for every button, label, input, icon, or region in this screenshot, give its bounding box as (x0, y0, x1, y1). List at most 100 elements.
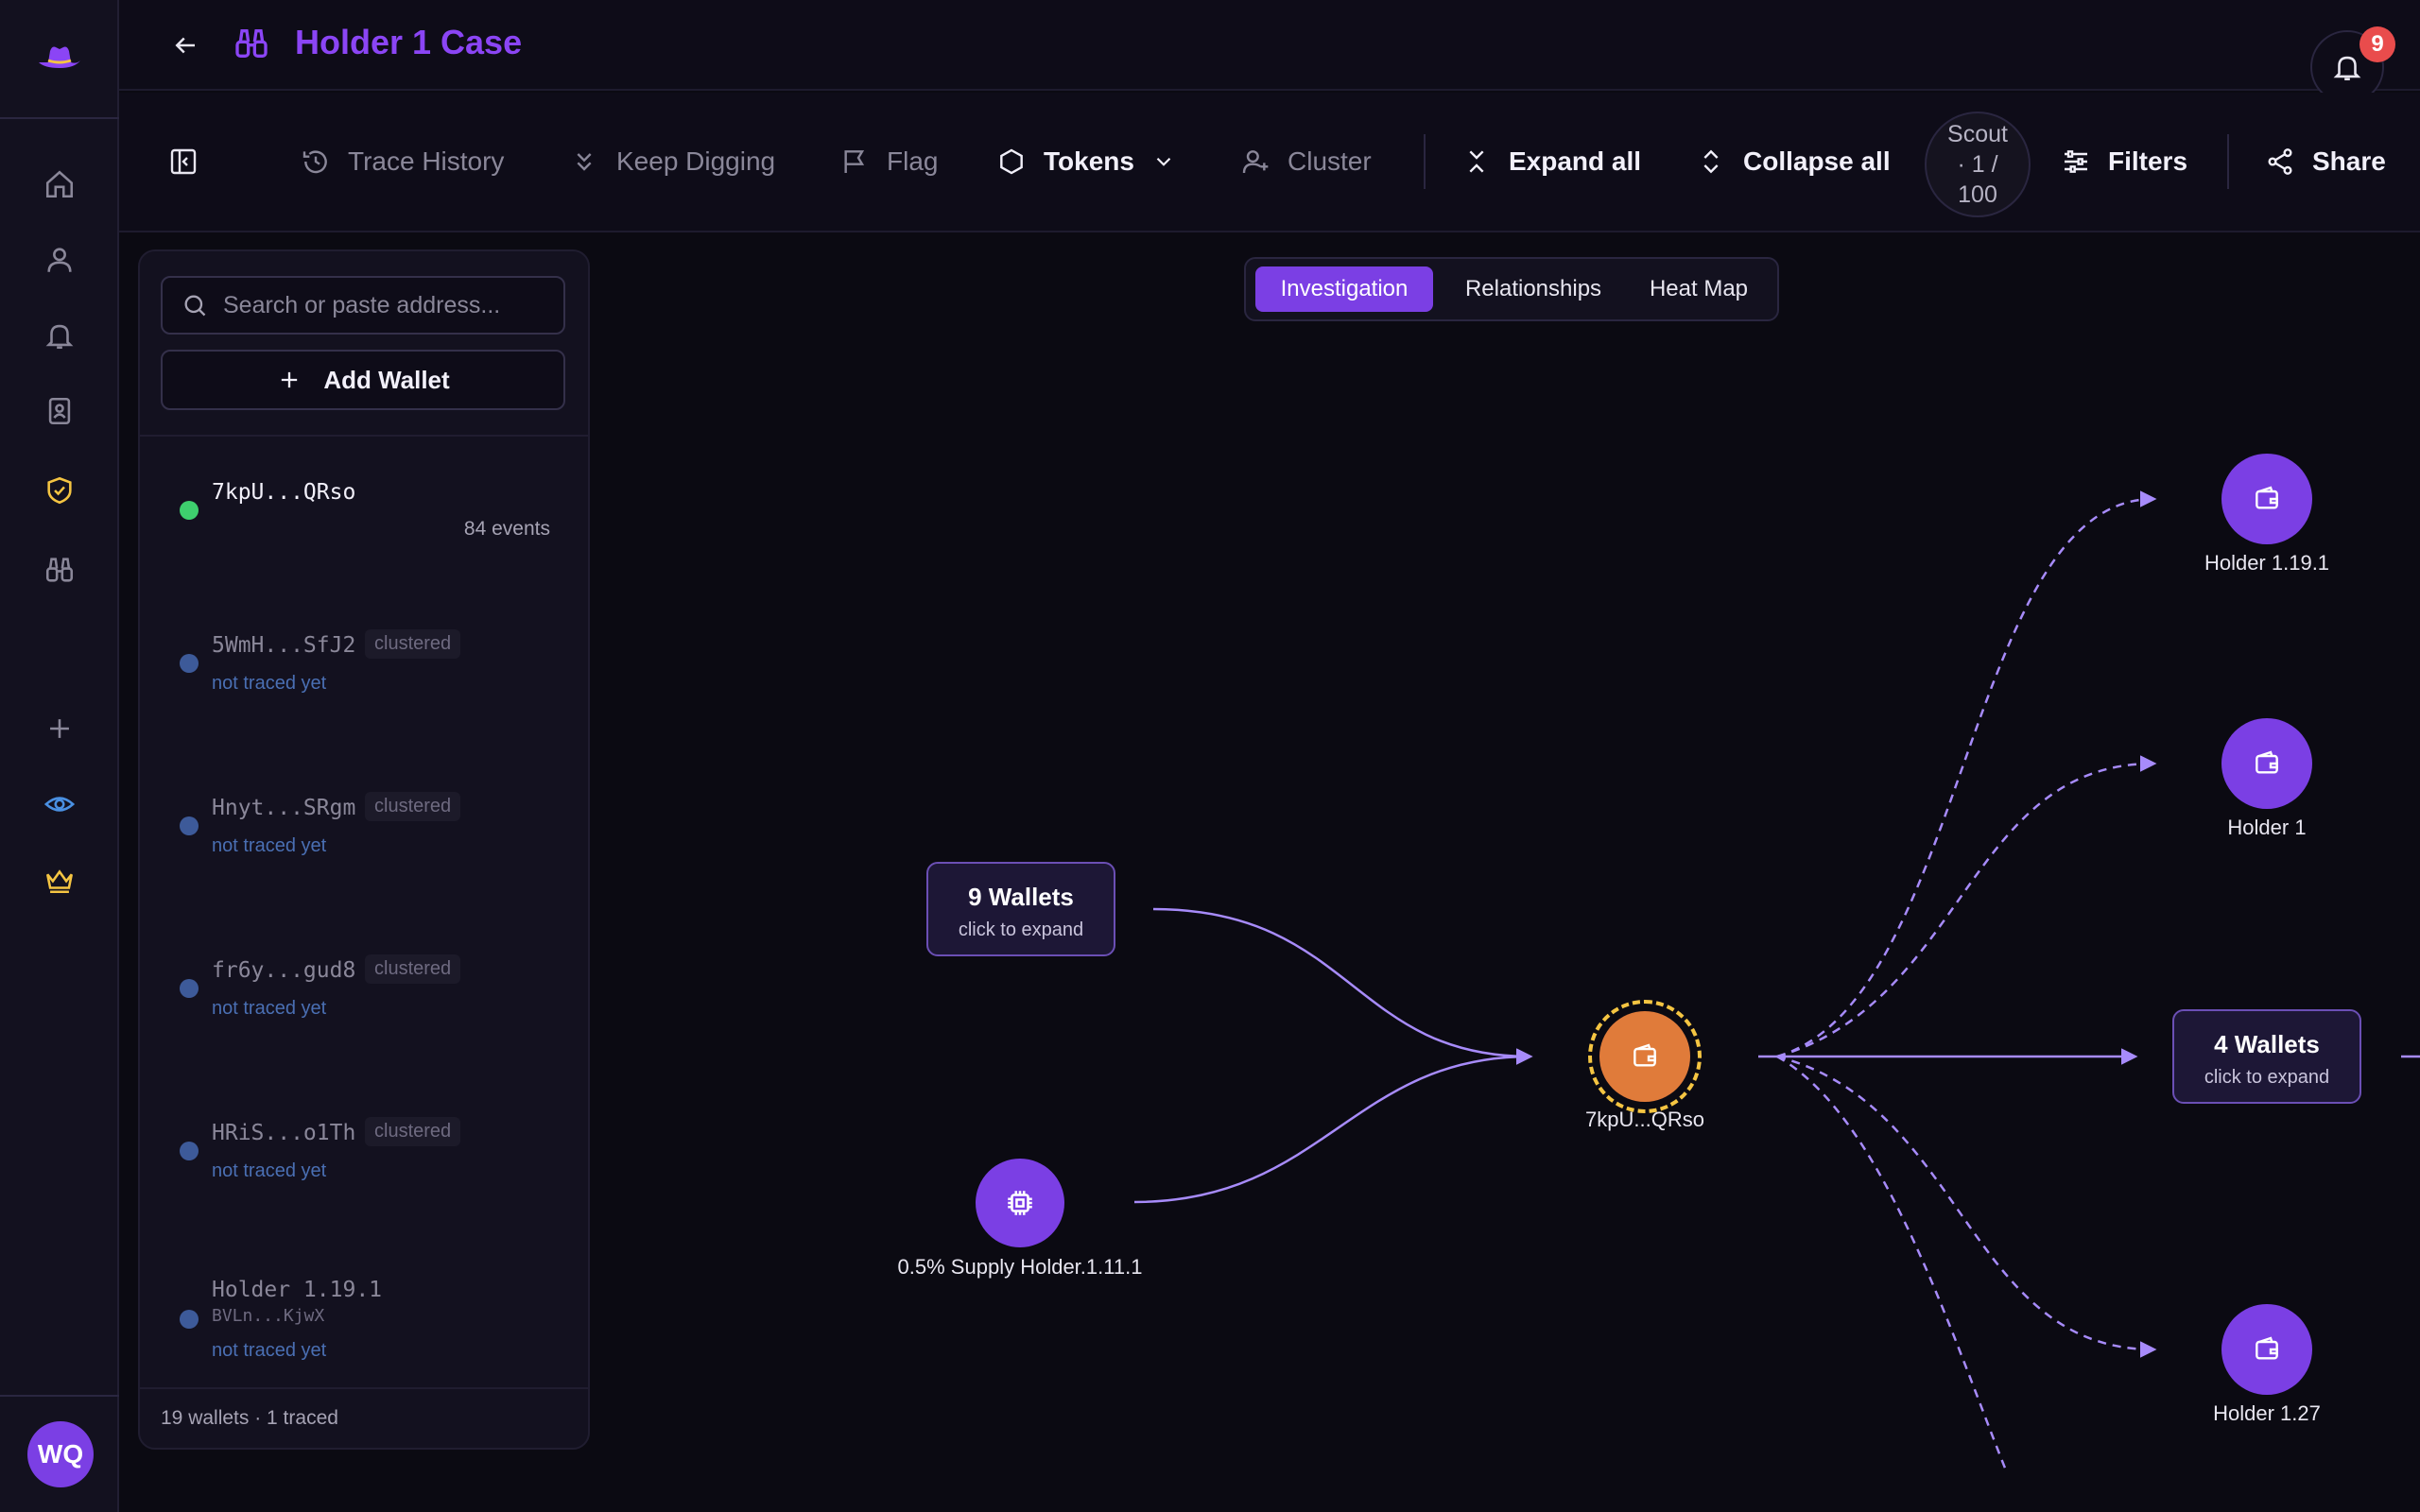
search-input[interactable] (223, 291, 563, 319)
collapse-arrows-icon (1469, 150, 1484, 173)
history-icon (302, 150, 327, 174)
plus-icon[interactable] (36, 705, 83, 752)
wallet-status: not traced yet (212, 1160, 327, 1181)
binoculars-icon[interactable] (36, 546, 83, 593)
crown-icon[interactable] (36, 856, 83, 903)
wallet-address: HRiS...o1Th (212, 1121, 356, 1145)
rail-divider-bottom (0, 1395, 119, 1397)
cluster-button[interactable]: Cluster (1240, 140, 1372, 183)
collapse-all-button[interactable]: Collapse all (1696, 140, 1891, 183)
user-plus-icon (1242, 150, 1269, 174)
search-box (161, 276, 565, 335)
wallet-list-item[interactable]: HRiS...o1Th clustered not traced yet (140, 1108, 588, 1259)
notification-count-badge: 9 (2360, 26, 2395, 62)
app-root: WQ Holder 1 Case 9 Trace History Keep Di… (0, 0, 2420, 1512)
tokens-label: Tokens (1044, 146, 1134, 176)
share-button[interactable]: Share (2265, 140, 2386, 183)
group-node-title: 9 Wallets (968, 883, 1074, 911)
sidebar-toggle-icon (170, 148, 197, 175)
chevron-down-icon (1156, 157, 1171, 166)
tokens-dropdown[interactable]: Tokens (996, 140, 1176, 183)
clustered-badge: clustered (365, 792, 461, 821)
hexagon-icon (1000, 148, 1023, 175)
center-node (1599, 1011, 1690, 1102)
flag-label: Flag (887, 146, 939, 176)
add-wallet-button[interactable]: Add Wallet (161, 350, 565, 410)
wallet-icon (2256, 1336, 2278, 1360)
eye-icon[interactable] (36, 781, 83, 828)
supply-holder-label: 0.5% Supply Holder.1.11.1 (897, 1255, 1143, 1279)
chevrons-down-icon (577, 153, 592, 171)
edge-group-to-center (1152, 907, 1533, 1065)
wallet-status: not traced yet (212, 1340, 327, 1361)
wallet-events-count: 84 events (463, 518, 550, 540)
wallet-label: Holder 1.19.1 (212, 1278, 383, 1302)
contact-book-icon[interactable] (36, 387, 83, 435)
scout-label: Scout (1947, 121, 2008, 147)
wallet-status: not traced yet (212, 835, 327, 856)
status-dot (180, 1142, 199, 1160)
group-node-title: 4 Wallets (2214, 1030, 2320, 1058)
wallet-list-item[interactable]: fr6y...gud8 clustered not traced yet (140, 945, 588, 1096)
status-dot (180, 501, 199, 520)
trace-history-label: Trace History (348, 146, 505, 176)
status-dot (180, 816, 199, 835)
share-icon (2268, 148, 2292, 175)
group-node-subtitle: click to expand (958, 919, 1084, 940)
add-wallet-label: Add Wallet (323, 365, 450, 394)
trace-history-button[interactable]: Trace History (301, 140, 504, 183)
scout-count: · 1 / (1957, 151, 1998, 178)
flag-icon (844, 150, 865, 173)
wallet-address: fr6y...gud8 (212, 958, 356, 983)
home-icon[interactable] (36, 161, 83, 208)
group-node-left[interactable]: 9 Wallets click to expand (926, 862, 1115, 956)
rail-divider-top (0, 117, 119, 119)
cowboy-hat-logo-icon[interactable] (35, 40, 84, 77)
page-title: Holder 1 Case (295, 23, 523, 61)
wallet-icon (2256, 750, 2278, 774)
avatar[interactable]: WQ (27, 1421, 94, 1487)
graph-edges (1133, 490, 2420, 1471)
toolbar-divider (2227, 134, 2229, 189)
keep-digging-button[interactable]: Keep Digging (569, 140, 775, 183)
bell-icon[interactable] (36, 312, 83, 359)
wallet-list-item[interactable]: 5WmH...SfJ2 clustered not traced yet (140, 620, 588, 771)
expand-all-button[interactable]: Expand all (1461, 140, 1641, 183)
wallet-address: 5WmH...SfJ2 (212, 633, 356, 658)
collapse-all-label: Collapse all (1743, 146, 1891, 176)
group-node-subtitle: click to expand (2204, 1067, 2330, 1088)
expand-all-label: Expand all (1509, 146, 1642, 176)
status-dot (180, 979, 199, 998)
panel-divider (140, 435, 588, 437)
holder-127-node[interactable] (2221, 1304, 2312, 1395)
toggle-panel-button[interactable] (168, 140, 199, 183)
wallet-address: BVLn...KjwX (212, 1306, 325, 1326)
flag-button[interactable]: Flag (839, 140, 938, 183)
supply-holder-node[interactable] (976, 1159, 1064, 1247)
group-node-right[interactable]: 4 Wallets click to expand (2172, 1009, 2361, 1104)
clustered-badge: clustered (365, 629, 461, 659)
left-rail: WQ (0, 0, 119, 1512)
wallet-icon (2256, 486, 2278, 509)
clustered-badge: clustered (365, 1117, 461, 1146)
expand-arrows-icon (1703, 149, 1719, 174)
cluster-label: Cluster (1288, 146, 1372, 176)
plus-icon (282, 371, 298, 388)
holder-1-node[interactable] (2221, 718, 2312, 809)
holder-127-label: Holder 1.27 (2213, 1401, 2321, 1425)
center-node-ring[interactable] (1588, 1000, 1702, 1113)
holder-1191-node[interactable] (2221, 454, 2312, 544)
wallet-list-item[interactable]: Hnyt...SRgm clustered not traced yet (140, 782, 588, 934)
filters-button[interactable]: Filters (2061, 140, 2187, 183)
back-arrow-icon[interactable] (166, 26, 204, 64)
keep-digging-label: Keep Digging (616, 146, 776, 176)
header-bar: Holder 1 Case (119, 0, 2420, 91)
binoculars-icon (233, 25, 274, 66)
edge-supply-to-center (1133, 1048, 1533, 1204)
sliders-icon (2065, 150, 2087, 173)
scout-quota-badge: Scout · 1 / 100 (1925, 112, 2031, 217)
wallet-list-item[interactable]: 7kpU...QRso 84 events (140, 459, 588, 610)
edge-center-offscreen (1776, 1055, 2008, 1471)
user-icon[interactable] (36, 236, 83, 284)
shield-check-icon[interactable] (36, 467, 83, 514)
